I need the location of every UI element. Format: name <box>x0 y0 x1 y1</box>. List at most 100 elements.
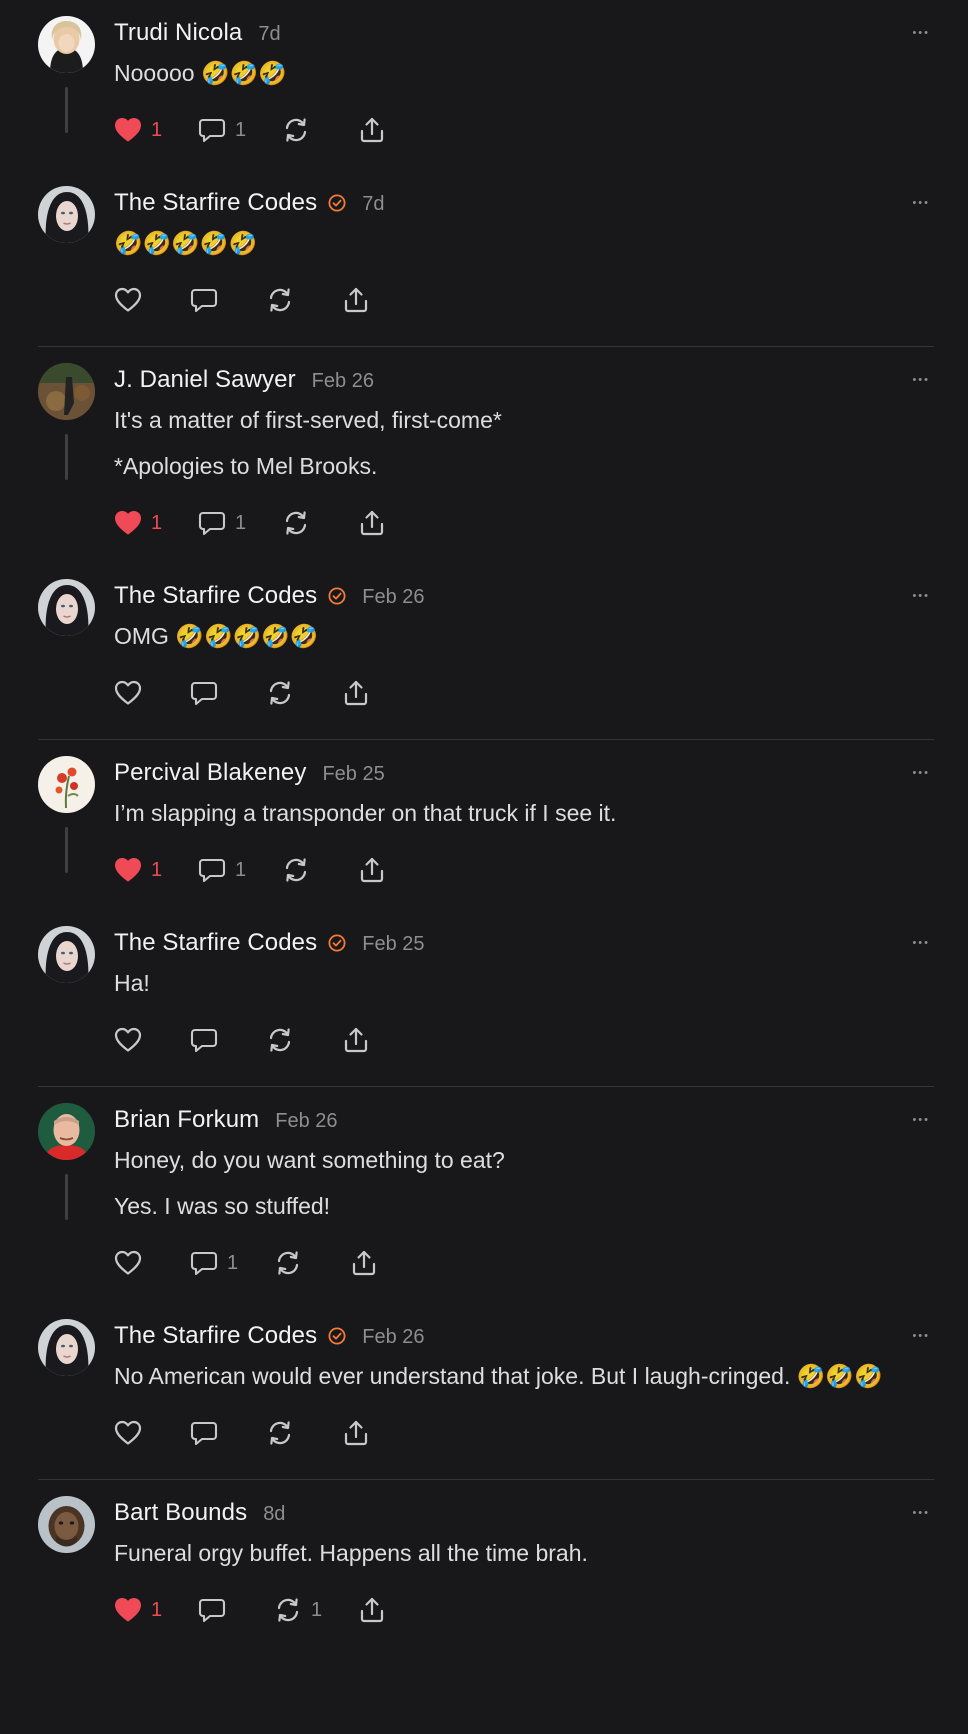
like-button[interactable] <box>114 1243 190 1283</box>
reply-button[interactable] <box>190 280 266 320</box>
repost-button[interactable] <box>274 1243 350 1283</box>
post-date[interactable]: Feb 26 <box>362 1326 424 1349</box>
avatar-percival[interactable] <box>38 756 95 813</box>
repost-button[interactable] <box>266 1020 342 1060</box>
repost-button[interactable] <box>266 1413 342 1453</box>
reply-button[interactable] <box>198 1590 274 1630</box>
reply-post[interactable]: Brian Forkum Feb 26 ••• Honey, do you want … <box>0 1087 968 1303</box>
post-date[interactable]: 8d <box>263 1503 285 1526</box>
like-button[interactable] <box>114 1020 190 1060</box>
avatar-trudi[interactable] <box>38 16 95 73</box>
like-button[interactable]: 1 <box>114 1590 198 1630</box>
like-button[interactable]: 1 <box>114 850 198 890</box>
post-date[interactable]: Feb 26 <box>312 370 374 393</box>
reply-post[interactable]: J. Daniel Sawyer Feb 26 ••• It's a matter o… <box>0 347 968 563</box>
avatar-starfire[interactable] <box>38 926 95 983</box>
reply-button[interactable]: 1 <box>198 503 282 543</box>
reply-button[interactable] <box>190 1413 266 1453</box>
like-button[interactable] <box>114 1413 190 1453</box>
share-button[interactable] <box>358 503 398 543</box>
repost-button[interactable]: 1 <box>274 1590 358 1630</box>
comment-icon <box>190 1249 218 1277</box>
like-button[interactable]: 1 <box>114 110 198 150</box>
avatar-starfire[interactable] <box>38 1319 95 1376</box>
reply-count: 1 <box>235 118 247 141</box>
more-options-icon[interactable]: ••• <box>912 375 930 386</box>
like-button[interactable]: 1 <box>114 503 198 543</box>
post-date[interactable]: 7d <box>258 23 280 46</box>
share-button[interactable] <box>342 673 382 713</box>
avatar-bart[interactable] <box>38 1496 95 1553</box>
repost-button[interactable] <box>266 673 342 713</box>
avatar-sawyer[interactable] <box>38 363 95 420</box>
more-options-icon[interactable]: ••• <box>912 1115 930 1126</box>
more-options-icon[interactable]: ••• <box>912 938 930 949</box>
more-options-icon[interactable]: ••• <box>912 1331 930 1342</box>
author-name[interactable]: Brian Forkum <box>114 1106 259 1134</box>
comment-icon <box>198 509 226 537</box>
post-text: Yes. I was so stuffed! <box>114 1193 331 1219</box>
reply-post[interactable]: The Starfire Codes 7d ••• 🤣🤣🤣🤣🤣 <box>0 170 968 346</box>
author-name[interactable]: Percival Blakeney <box>114 759 306 787</box>
share-button[interactable] <box>358 110 398 150</box>
repost-count: 1 <box>311 1598 323 1621</box>
post-date[interactable]: Feb 26 <box>362 586 424 609</box>
author-name[interactable]: J. Daniel Sawyer <box>114 366 296 394</box>
reply-post[interactable]: Trudi Nicola 7d ••• Nooooo 🤣🤣🤣 1 1 <box>0 0 968 170</box>
post-date[interactable]: Feb 26 <box>275 1110 337 1133</box>
avatar-starfire[interactable] <box>38 186 95 243</box>
more-options-icon[interactable]: ••• <box>912 768 930 779</box>
action-bar: 11 <box>114 1590 928 1630</box>
author-name[interactable]: The Starfire Codes <box>114 582 317 610</box>
post-body: I’m slapping a transponder on that truck… <box>114 799 928 828</box>
author-name[interactable]: The Starfire Codes <box>114 1322 317 1350</box>
repost-button[interactable] <box>266 280 342 320</box>
verified-badge-icon <box>328 1327 346 1345</box>
reply-post[interactable]: Bart Bounds 8d ••• Funeral orgy buffet. Hap… <box>0 1480 968 1656</box>
post-header: The Starfire Codes Feb 25 <box>114 910 928 959</box>
share-button[interactable] <box>342 280 382 320</box>
like-button[interactable] <box>114 280 190 320</box>
share-icon <box>358 116 386 144</box>
reply-button[interactable] <box>190 673 266 713</box>
reply-post[interactable]: The Starfire Codes Feb 25 ••• Ha! <box>0 910 968 1086</box>
avatar-brian[interactable] <box>38 1103 95 1160</box>
share-button[interactable] <box>350 1243 390 1283</box>
more-options-icon[interactable]: ••• <box>912 591 930 602</box>
more-options-icon[interactable]: ••• <box>912 1508 930 1519</box>
share-button[interactable] <box>342 1020 382 1060</box>
more-options-icon[interactable]: ••• <box>912 28 930 39</box>
post-header: The Starfire Codes Feb 26 <box>114 1303 928 1352</box>
post-text: Funeral orgy buffet. Happens all the tim… <box>114 1540 588 1566</box>
repost-button[interactable] <box>282 110 358 150</box>
like-count: 1 <box>151 118 163 141</box>
author-name[interactable]: Bart Bounds <box>114 1499 247 1527</box>
author-name[interactable]: The Starfire Codes <box>114 929 317 957</box>
share-button[interactable] <box>358 1590 398 1630</box>
reply-button[interactable]: 1 <box>198 850 282 890</box>
reply-button[interactable] <box>190 1020 266 1060</box>
share-button[interactable] <box>342 1413 382 1453</box>
reply-button[interactable]: 1 <box>198 110 282 150</box>
like-button[interactable] <box>114 673 190 713</box>
reply-button[interactable]: 1 <box>190 1243 274 1283</box>
repost-button[interactable] <box>282 850 358 890</box>
reply-post[interactable]: The Starfire Codes Feb 26 ••• No American w… <box>0 1303 968 1479</box>
action-bar <box>114 673 928 713</box>
post-date[interactable]: Feb 25 <box>362 933 424 956</box>
share-button[interactable] <box>358 850 398 890</box>
action-bar <box>114 1020 928 1060</box>
post-date[interactable]: 7d <box>362 193 384 216</box>
author-name[interactable]: The Starfire Codes <box>114 189 317 217</box>
heart-filled-icon <box>114 856 142 884</box>
reply-post[interactable]: The Starfire Codes Feb 26 ••• OMG 🤣🤣🤣🤣🤣 <box>0 563 968 739</box>
repost-button[interactable] <box>282 503 358 543</box>
post-body: Funeral orgy buffet. Happens all the tim… <box>114 1539 928 1568</box>
reply-post[interactable]: Percival Blakeney Feb 25 ••• I’m slapping a… <box>0 740 968 910</box>
more-options-icon[interactable]: ••• <box>912 198 930 209</box>
author-name[interactable]: Trudi Nicola <box>114 19 242 47</box>
post-body: Honey, do you want something to eat? Yes.… <box>114 1146 928 1221</box>
post-date[interactable]: Feb 25 <box>322 763 384 786</box>
repost-icon <box>266 286 294 314</box>
avatar-starfire[interactable] <box>38 579 95 636</box>
